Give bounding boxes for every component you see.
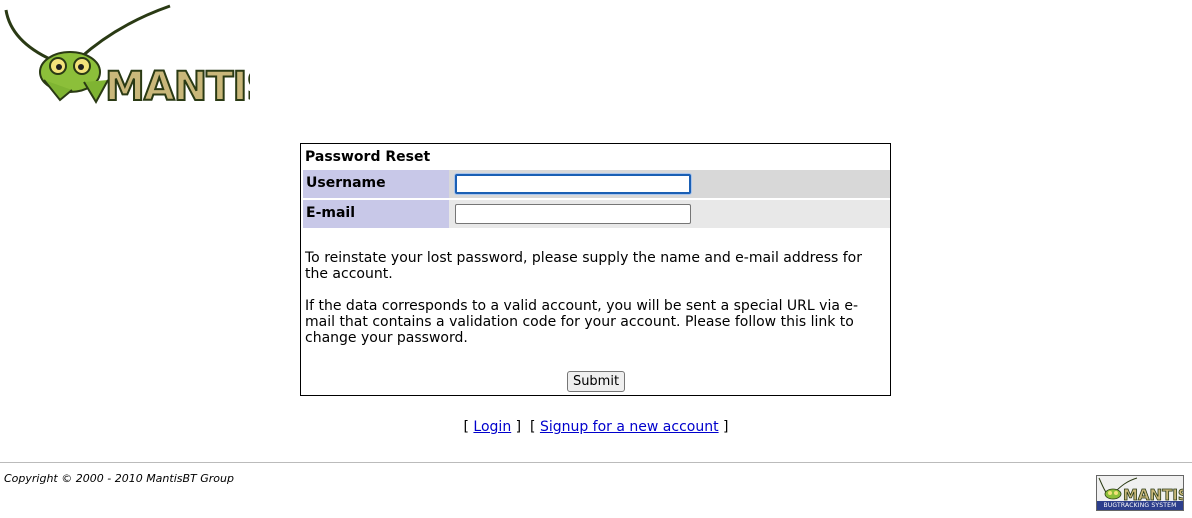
- link-separator: ] [: [511, 419, 540, 435]
- info-paragraph-1: To reinstate your lost password, please …: [305, 250, 862, 282]
- username-label-cell: Username: [303, 170, 449, 198]
- form-title: Password Reset: [305, 149, 431, 165]
- email-label-cell: E-mail: [303, 200, 449, 228]
- email-input[interactable]: [455, 204, 691, 224]
- mantis-logo: MANTIS: [0, 0, 250, 110]
- username-label: Username: [306, 175, 386, 191]
- badge-caption: BUGTRACKING SYSTEM: [1097, 501, 1183, 510]
- submit-button[interactable]: Submit: [567, 371, 625, 392]
- email-row: E-mail: [303, 200, 890, 228]
- username-input[interactable]: [455, 174, 691, 194]
- signup-link[interactable]: Signup for a new account: [540, 419, 719, 435]
- account-links: [ Login ] [ Signup for a new account ]: [0, 419, 1192, 435]
- badge-logo-text: MANTIS: [1123, 486, 1183, 502]
- footer-divider: [0, 462, 1192, 463]
- bracket-close: ]: [718, 419, 729, 435]
- username-row: Username: [303, 170, 890, 198]
- copyright-text: Copyright © 2000 - 2010 MantisBT Group: [4, 472, 234, 485]
- email-label: E-mail: [306, 205, 356, 221]
- password-reset-form: Password Reset Username E-mail To reinst…: [300, 143, 891, 396]
- info-paragraph-2: If the data corresponds to a valid accou…: [305, 298, 859, 346]
- logo-text: MANTIS: [105, 64, 250, 110]
- powered-by-mantis-badge[interactable]: MANTIS BUGTRACKING SYSTEM: [1096, 475, 1184, 511]
- bracket-open: [: [463, 419, 474, 435]
- login-link[interactable]: Login: [473, 419, 511, 435]
